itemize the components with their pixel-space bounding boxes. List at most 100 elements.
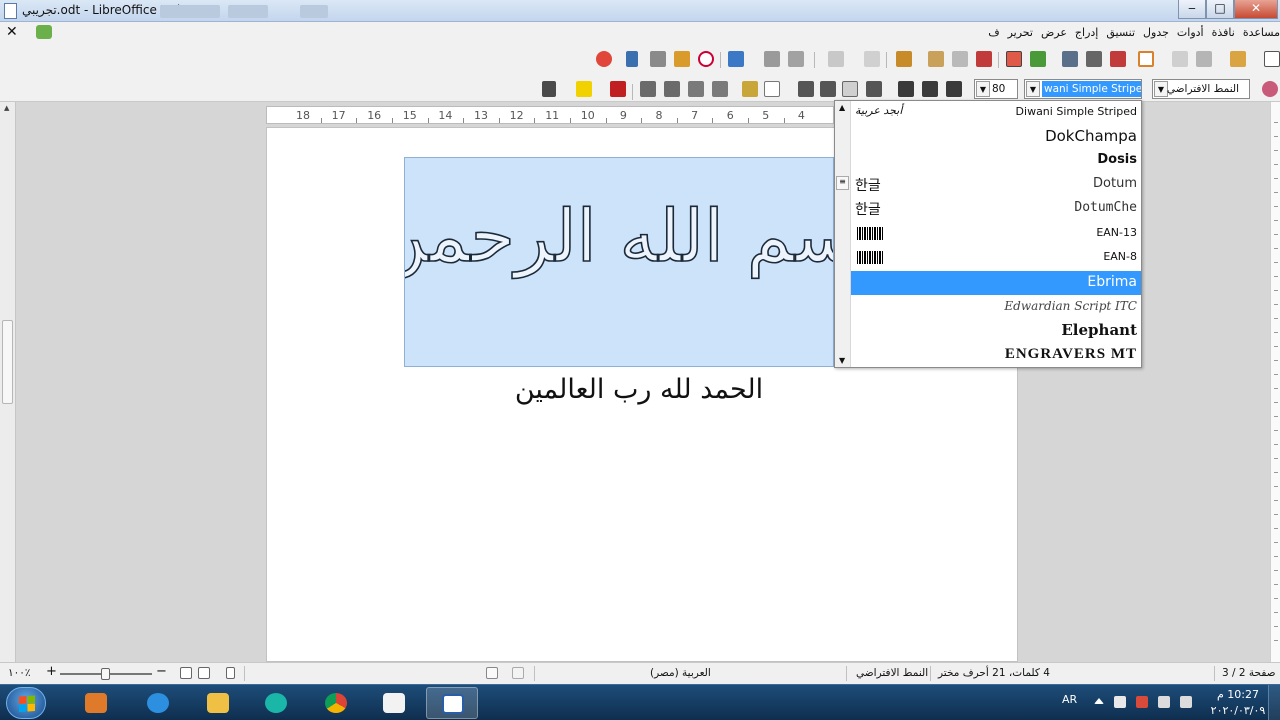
- show-desktop-button[interactable]: [1268, 685, 1280, 720]
- scroll-up-icon[interactable]: ▲: [4, 104, 9, 112]
- decrease-indent-icon[interactable]: [640, 81, 656, 97]
- print-icon[interactable]: [1086, 51, 1102, 67]
- clock-date[interactable]: ٢٠٢٠/٠٣/٠٩: [1206, 704, 1270, 717]
- font-option-dosis[interactable]: Dosis: [851, 149, 1141, 173]
- underline-icon[interactable]: [898, 81, 914, 97]
- horizontal-ruler[interactable]: 18 17 16 15 14 13 12 11 10 9 8 7 6 5 4: [266, 106, 834, 124]
- font-option-ean13[interactable]: EAN-13: [851, 221, 1141, 245]
- digital-signature-icon[interactable]: [512, 667, 524, 679]
- navigator-icon[interactable]: [650, 51, 666, 67]
- spellcheck-auto-icon[interactable]: [1006, 51, 1022, 67]
- font-option-edwardian[interactable]: Edwardian Script ITC: [851, 295, 1141, 319]
- export-pdf-icon[interactable]: [1110, 51, 1126, 67]
- style-apply-icon[interactable]: [1262, 81, 1278, 97]
- scroll-down-icon[interactable]: ▼: [839, 356, 845, 365]
- document-modified-icon[interactable]: [486, 667, 498, 679]
- font-option-diwani[interactable]: أبجد عربية Diwani Simple Striped: [851, 101, 1141, 125]
- minimize-button[interactable]: ‒: [1178, 0, 1206, 19]
- font-option-engravers[interactable]: ENGRAVERS MT: [851, 344, 1141, 367]
- selected-text-frame[interactable]: بسم الله الرحمن الرحيم: [404, 157, 834, 367]
- zoom-in-button[interactable]: +: [46, 664, 57, 679]
- close-document-button[interactable]: ✕: [6, 24, 18, 40]
- maximize-button[interactable]: □: [1206, 0, 1234, 19]
- font-name-combo[interactable]: ▼ wani Simple Striped: [1024, 79, 1142, 99]
- document-text-line[interactable]: الحمد لله رب العالمين: [267, 374, 1019, 405]
- redo-icon[interactable]: [864, 51, 880, 67]
- taskbar-writer-active[interactable]: [426, 687, 478, 719]
- menu-edit[interactable]: تحرير: [1008, 26, 1033, 39]
- page-style-status[interactable]: النمط الافتراضي: [856, 667, 928, 679]
- font-color-icon[interactable]: [610, 81, 626, 97]
- tray-expand-icon[interactable]: [1094, 698, 1104, 704]
- font-option-ebrima[interactable]: Ebrima: [851, 271, 1141, 295]
- align-right-icon[interactable]: [866, 81, 882, 97]
- font-option-elephant[interactable]: Elephant: [851, 319, 1141, 343]
- insert-chart-icon[interactable]: [728, 51, 744, 67]
- start-button[interactable]: [6, 687, 46, 719]
- menu-table[interactable]: جدول: [1143, 26, 1169, 39]
- cut-icon[interactable]: [976, 51, 992, 67]
- menu-window[interactable]: نافذة: [1212, 26, 1235, 39]
- menu-insert[interactable]: إدراج: [1075, 26, 1098, 39]
- scrollbar-thumb[interactable]: ≡: [836, 176, 849, 190]
- dropdown-scrollbar[interactable]: ▲ ≡ ▼: [835, 101, 851, 367]
- action-center-icon[interactable]: [1136, 696, 1148, 708]
- ltr-direction-icon[interactable]: [742, 81, 758, 97]
- input-language[interactable]: AR: [1062, 693, 1077, 706]
- increase-indent-icon[interactable]: [664, 81, 680, 97]
- menu-file[interactable]: ف: [988, 26, 999, 39]
- zoom-percent[interactable]: ١٠٠٪: [8, 667, 31, 679]
- align-center-icon[interactable]: [842, 81, 858, 97]
- bold-icon[interactable]: [946, 81, 962, 97]
- new-document-icon[interactable]: [1264, 51, 1280, 67]
- taskbar-internet-explorer[interactable]: [132, 687, 184, 719]
- volume-icon[interactable]: [1180, 696, 1192, 708]
- numbering-icon[interactable]: [712, 81, 728, 97]
- scrollbar-thumb[interactable]: [2, 320, 13, 404]
- show-draw-functions-icon[interactable]: [788, 51, 804, 67]
- taskbar-libreoffice[interactable]: [368, 687, 420, 719]
- menu-format[interactable]: تنسيق: [1106, 26, 1135, 39]
- copy-icon[interactable]: [952, 51, 968, 67]
- language-status[interactable]: العربية (مصر): [650, 667, 711, 679]
- taskbar-file-explorer[interactable]: [192, 687, 244, 719]
- font-option-dotumche[interactable]: 한글 DotumChe: [851, 197, 1141, 221]
- line-spacing-icon[interactable]: [542, 81, 556, 97]
- chevron-down-icon[interactable]: ▼: [1026, 81, 1040, 97]
- scroll-up-icon[interactable]: ▲: [839, 103, 845, 112]
- font-option-dotum[interactable]: 한글 Dotum: [851, 173, 1141, 197]
- paste-icon[interactable]: [928, 51, 944, 67]
- taskbar-chrome[interactable]: [310, 687, 362, 719]
- datasources-icon[interactable]: [698, 51, 714, 67]
- network-icon[interactable]: [1158, 696, 1170, 708]
- edit-mode-icon[interactable]: [1138, 51, 1154, 67]
- zoom-slider-knob[interactable]: [101, 668, 110, 680]
- open-folder-icon[interactable]: [1230, 51, 1246, 67]
- justify-icon[interactable]: [798, 81, 814, 97]
- usb-icon[interactable]: [1114, 696, 1126, 708]
- close-window-button[interactable]: ✕: [1234, 0, 1278, 19]
- single-page-view-icon[interactable]: [226, 667, 235, 679]
- taskbar-audio-app[interactable]: [250, 687, 302, 719]
- book-view-icon[interactable]: [180, 667, 192, 679]
- paragraph-style-combo[interactable]: ▼ النمط الافتراضي: [1152, 79, 1250, 99]
- taskbar-media-player[interactable]: [70, 687, 122, 719]
- undo-icon[interactable]: [828, 51, 844, 67]
- print-preview-icon[interactable]: [1062, 51, 1078, 67]
- page-count-status[interactable]: صفحة 2 / 3: [1222, 667, 1276, 679]
- insert-table-icon[interactable]: [764, 51, 780, 67]
- gallery-icon[interactable]: [674, 51, 690, 67]
- font-name-dropdown[interactable]: ▲ ≡ ▼ أبجد عربية Diwani Simple Striped D…: [834, 100, 1142, 368]
- formatting-marks-icon[interactable]: [626, 51, 638, 67]
- multi-page-view-icon[interactable]: [198, 667, 210, 679]
- italic-icon[interactable]: [922, 81, 938, 97]
- update-available-icon[interactable]: [36, 25, 52, 39]
- spellcheck-icon[interactable]: [1030, 51, 1046, 67]
- vertical-scrollbar[interactable]: ▲: [0, 102, 16, 662]
- save-icon[interactable]: [1196, 51, 1212, 67]
- clone-formatting-icon[interactable]: [896, 51, 912, 67]
- align-left-icon[interactable]: [820, 81, 836, 97]
- menu-view[interactable]: عرض: [1041, 26, 1067, 39]
- zoom-out-button[interactable]: −: [156, 664, 167, 679]
- clock-time[interactable]: 10:27 م: [1208, 688, 1268, 701]
